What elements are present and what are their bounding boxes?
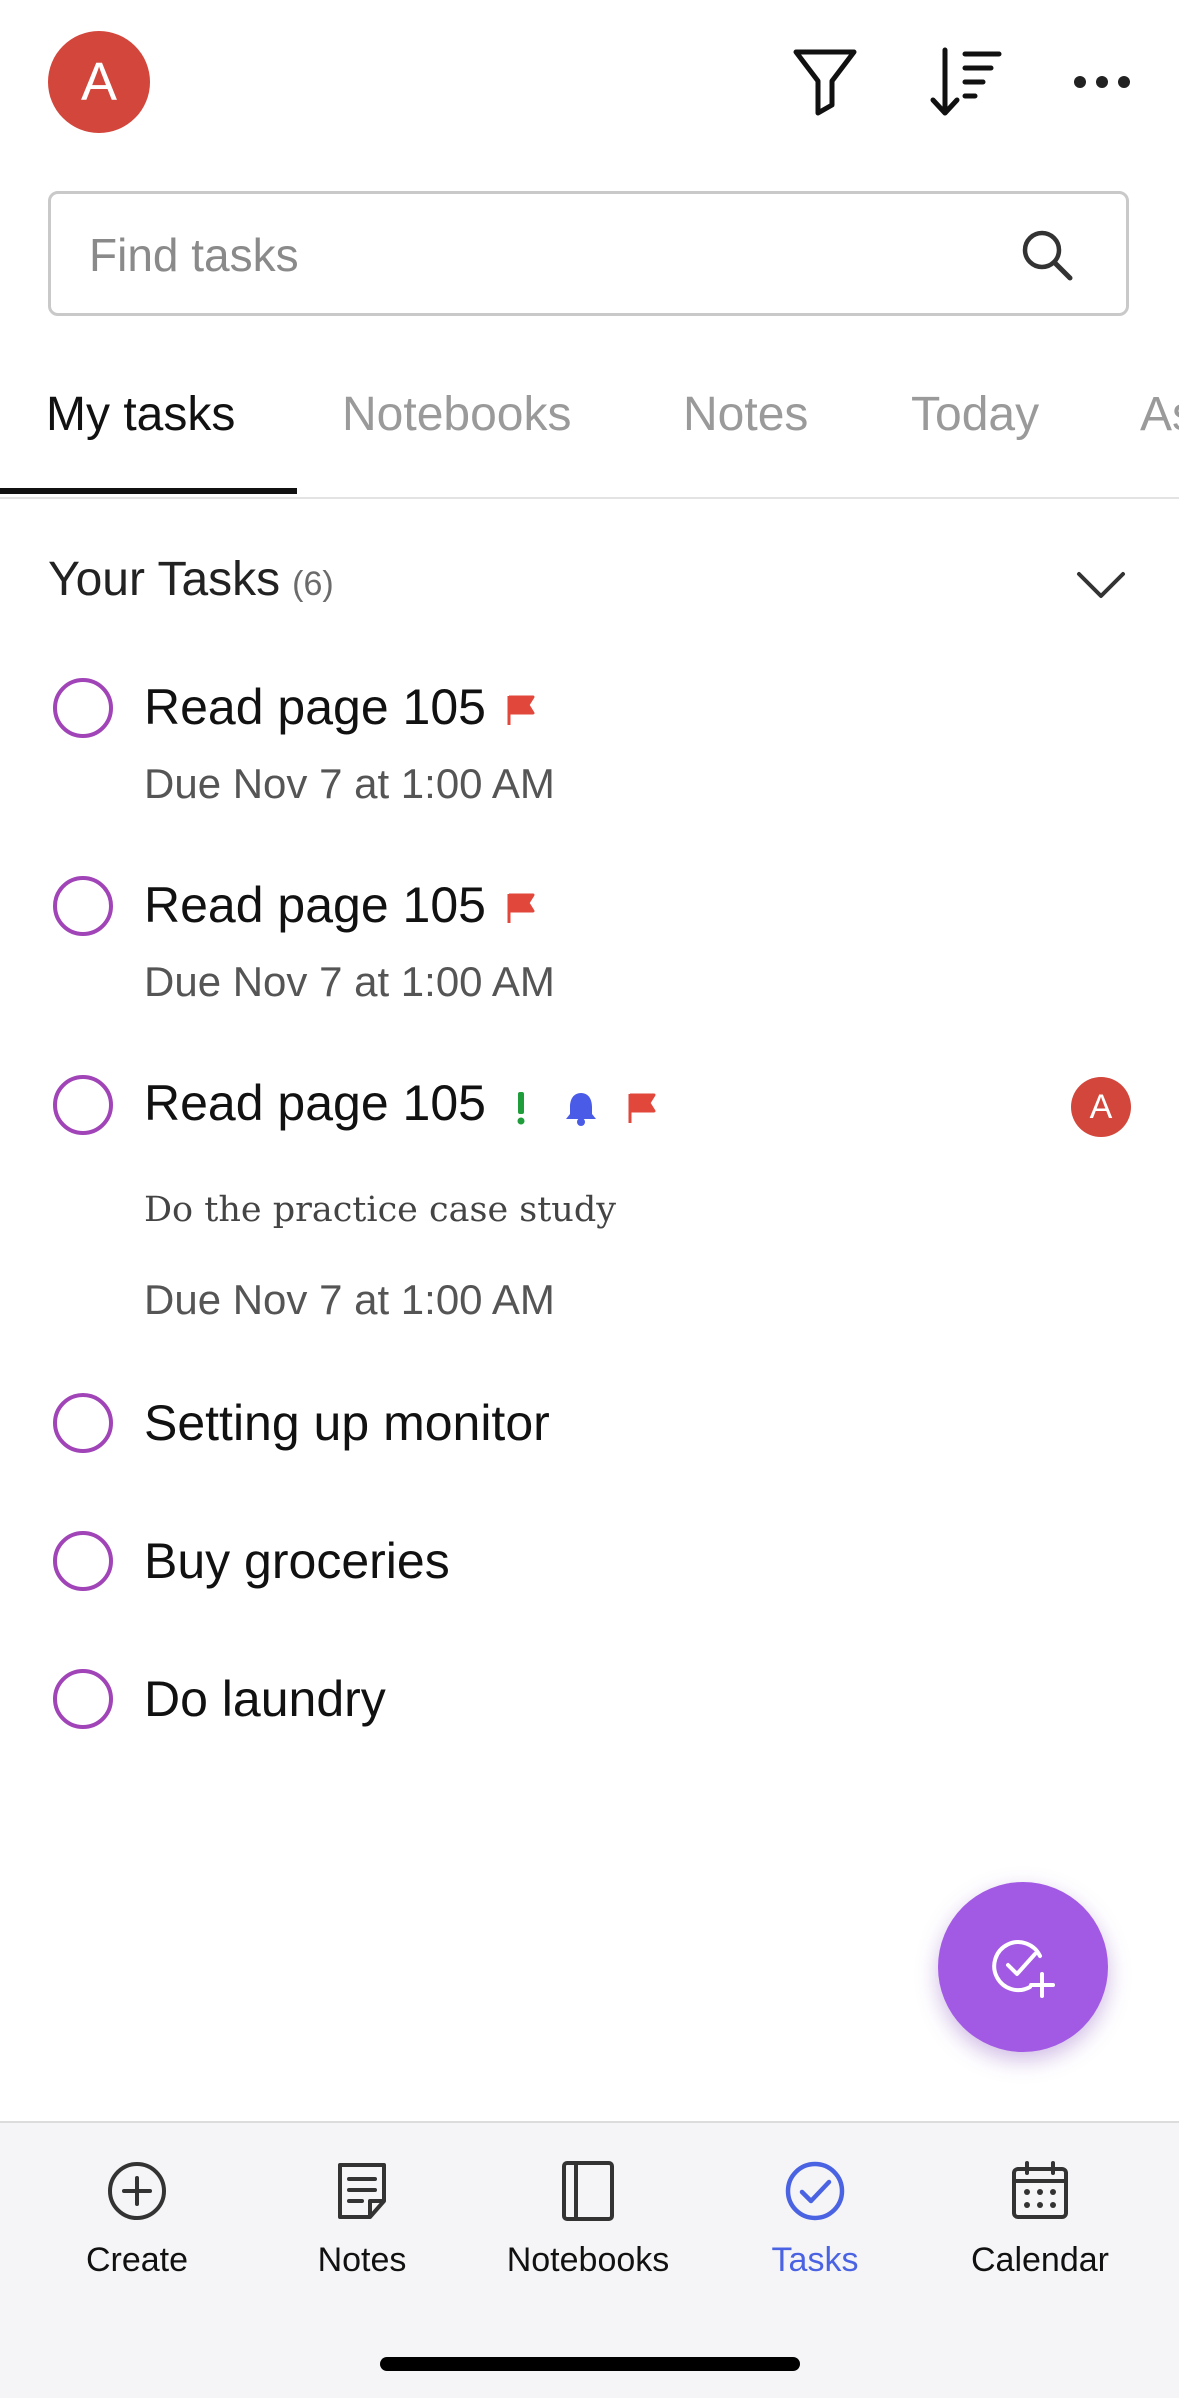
nav-create-label: Create — [85, 2241, 189, 2279]
importance-icon — [517, 1092, 525, 1125]
task-complete-checkbox[interactable] — [53, 1393, 113, 1453]
assignee-initial: A — [1089, 1087, 1113, 1126]
task-complete-checkbox[interactable] — [53, 1075, 113, 1135]
tab-my-tasks[interactable]: My tasks — [46, 387, 235, 442]
task-complete-checkbox[interactable] — [53, 876, 113, 936]
task-complete-checkbox[interactable] — [53, 1531, 113, 1591]
calendar-icon — [1012, 2161, 1068, 2219]
tab-today[interactable]: Today — [911, 387, 1039, 442]
task-title: Read page 105 — [144, 1075, 486, 1131]
nav-notebooks[interactable]: Notebooks — [488, 2159, 688, 2280]
more-options-button[interactable] — [1060, 40, 1144, 124]
nav-tasks[interactable]: Tasks — [715, 2159, 915, 2280]
plus-circle-icon — [108, 2162, 166, 2220]
nav-tasks-label: Tasks — [771, 2241, 859, 2279]
avatar-initial: A — [80, 52, 118, 112]
sort-icon — [930, 47, 1002, 116]
sort-button[interactable] — [924, 40, 1008, 124]
section-header: Your Tasks (6) — [48, 552, 334, 607]
chevron-down-icon[interactable] — [1074, 564, 1128, 604]
add-task-icon — [992, 1940, 1055, 1998]
task-count: (6) — [292, 565, 334, 603]
tab-notes[interactable]: Notes — [683, 387, 808, 442]
check-circle-icon — [785, 2161, 845, 2221]
flag-icon — [507, 695, 535, 725]
task-note: Do the practice case study — [144, 1190, 617, 1230]
tab-notebooks[interactable]: Notebooks — [342, 387, 571, 442]
bottom-navigation: Create Notes Notebooks Tasks Calendar — [0, 2121, 1179, 2398]
nav-create[interactable]: Create — [37, 2159, 237, 2280]
home-indicator — [380, 2357, 800, 2371]
more-icon — [1074, 76, 1130, 88]
search-box — [48, 191, 1129, 316]
task-complete-checkbox[interactable] — [53, 678, 113, 738]
task-title: Read page 105 — [144, 679, 486, 735]
flag-icon — [507, 893, 535, 923]
nav-notes-label: Notes — [317, 2241, 407, 2279]
reminder-bell-icon — [566, 1093, 596, 1126]
nav-calendar[interactable]: Calendar — [940, 2159, 1140, 2280]
notebook-icon — [562, 2161, 614, 2221]
task-title: Do laundry — [144, 1671, 386, 1727]
task-due-date: Due Nov 7 at 1:00 AM — [144, 958, 555, 1005]
search-icon[interactable] — [1020, 228, 1074, 282]
filter-icon — [793, 49, 857, 116]
nav-notes[interactable]: Notes — [262, 2159, 462, 2280]
task-complete-checkbox[interactable] — [53, 1669, 113, 1729]
tab-bar: My tasks Notebooks Notes Today As — [0, 345, 1179, 499]
active-tab-indicator — [0, 488, 297, 494]
note-icon — [338, 2163, 386, 2219]
task-title: Read page 105 — [144, 877, 486, 933]
nav-notebooks-label: Notebooks — [506, 2241, 670, 2279]
flag-icon — [628, 1093, 656, 1123]
section-title: Your Tasks — [48, 553, 281, 606]
nav-calendar-label: Calendar — [971, 2241, 1109, 2279]
task-title: Setting up monitor — [144, 1395, 550, 1451]
add-task-button[interactable] — [938, 1882, 1108, 2052]
task-title: Buy groceries — [144, 1533, 450, 1589]
task-due-date: Due Nov 7 at 1:00 AM — [144, 1276, 555, 1323]
tab-assigned[interactable]: As — [1140, 387, 1179, 442]
assignee-avatar: A — [1071, 1077, 1131, 1137]
task-due-date: Due Nov 7 at 1:00 AM — [144, 760, 555, 807]
search-input[interactable] — [87, 194, 991, 315]
filter-button[interactable] — [783, 40, 867, 124]
profile-avatar[interactable]: A — [48, 31, 150, 133]
